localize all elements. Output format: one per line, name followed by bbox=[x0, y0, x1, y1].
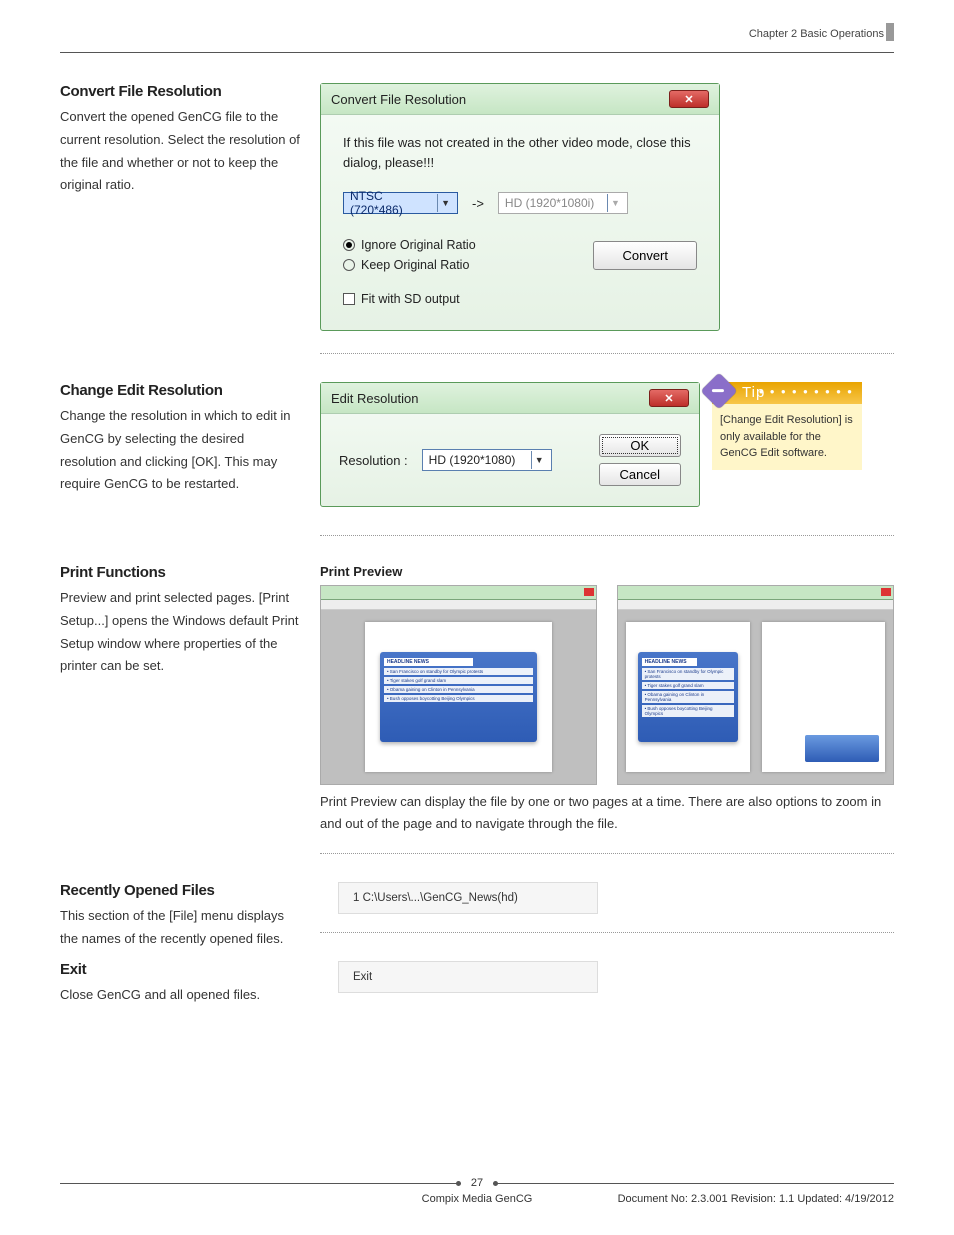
recent-file-item[interactable]: 1 C:\Users\...\GenCG_News(hd) bbox=[339, 887, 597, 909]
divider bbox=[320, 535, 894, 536]
close-icon[interactable]: ✕ bbox=[669, 90, 709, 108]
page-number: 27 bbox=[471, 1177, 483, 1189]
body-exit: Close GenCG and all opened files. bbox=[60, 984, 302, 1007]
select-edit-resolution[interactable]: HD (1920*1080) ▼ bbox=[422, 449, 552, 471]
radio-icon bbox=[343, 239, 355, 251]
tip-title: Tip ● ● ● ● ● ● ● ● ● bbox=[712, 382, 862, 404]
divider bbox=[320, 853, 894, 854]
pencil-icon bbox=[701, 373, 738, 410]
print-preview-double: HEADLINE NEWS • San Francisco on standby… bbox=[617, 585, 894, 785]
heading-recent: Recently Opened Files bbox=[60, 882, 302, 899]
radio-ignore-ratio[interactable]: Ignore Original Ratio bbox=[343, 238, 563, 252]
body-change: Change the resolution in which to edit i… bbox=[60, 405, 302, 496]
resolution-label: Resolution : bbox=[339, 453, 408, 468]
dialog-title: Convert File Resolution bbox=[331, 92, 466, 107]
checkbox-icon bbox=[343, 293, 355, 305]
select-to-resolution: HD (1920*1080i) ▼ bbox=[498, 192, 628, 214]
tip-box: Tip ● ● ● ● ● ● ● ● ● [Change Edit Resol… bbox=[712, 382, 862, 470]
heading-convert: Convert File Resolution bbox=[60, 83, 302, 100]
body-print: Preview and print selected pages. [Print… bbox=[60, 587, 302, 678]
arrow-label: -> bbox=[472, 196, 484, 211]
tip-body: [Change Edit Resolution] is only availab… bbox=[712, 404, 862, 470]
top-rule bbox=[60, 52, 894, 53]
heading-exit: Exit bbox=[60, 961, 302, 978]
divider bbox=[320, 353, 894, 354]
dialog-message: If this file was not created in the othe… bbox=[343, 133, 697, 172]
dialog-edit-resolution: Edit Resolution ✕ Resolution : HD (1920*… bbox=[320, 382, 700, 507]
print-preview-single: HEADLINE NEWS • San Francisco on standby… bbox=[320, 585, 597, 785]
close-icon[interactable]: ✕ bbox=[649, 389, 689, 407]
page-footer: 27 . Compix Media GenCG Document No: 2.3… bbox=[60, 1177, 894, 1205]
chapter-label: Chapter 2 Basic Operations bbox=[749, 28, 884, 40]
subheading-print-preview: Print Preview bbox=[320, 564, 894, 579]
exit-menu: Exit bbox=[338, 961, 598, 993]
news-card: HEADLINE NEWS • San Francisco on standby… bbox=[638, 652, 738, 742]
news-card: HEADLINE NEWS • San Francisco on standby… bbox=[380, 652, 537, 742]
body-recent: This section of the [File] menu displays… bbox=[60, 905, 302, 951]
doc-info: Document No: 2.3.001 Revision: 1.1 Updat… bbox=[618, 1193, 894, 1205]
print-preview-caption: Print Preview can display the file by on… bbox=[320, 791, 894, 835]
exit-menu-item[interactable]: Exit bbox=[339, 966, 597, 988]
select-from-resolution[interactable]: NTSC (720*486) ▼ bbox=[343, 192, 458, 214]
body-convert: Convert the opened GenCG file to the cur… bbox=[60, 106, 302, 197]
ok-button[interactable]: OK bbox=[599, 434, 681, 457]
radio-icon bbox=[343, 259, 355, 271]
dialog-convert-file-resolution: Convert File Resolution ✕ If this file w… bbox=[320, 83, 720, 331]
top-decor-bar bbox=[886, 23, 894, 41]
divider bbox=[320, 932, 894, 933]
convert-button[interactable]: Convert bbox=[593, 241, 697, 270]
lower-third-card bbox=[805, 735, 879, 762]
heading-print: Print Functions bbox=[60, 564, 302, 581]
chevron-down-icon: ▼ bbox=[531, 451, 547, 469]
dialog-title: Edit Resolution bbox=[331, 391, 418, 406]
checkbox-fit-sd[interactable]: Fit with SD output bbox=[343, 292, 697, 306]
radio-keep-ratio[interactable]: Keep Original Ratio bbox=[343, 258, 563, 272]
chevron-down-icon: ▼ bbox=[437, 194, 453, 212]
recent-files-menu: 1 C:\Users\...\GenCG_News(hd) bbox=[338, 882, 598, 914]
product-name: Compix Media GenCG bbox=[422, 1193, 533, 1205]
chevron-down-icon: ▼ bbox=[607, 194, 623, 212]
heading-change: Change Edit Resolution bbox=[60, 382, 302, 399]
cancel-button[interactable]: Cancel bbox=[599, 463, 681, 486]
